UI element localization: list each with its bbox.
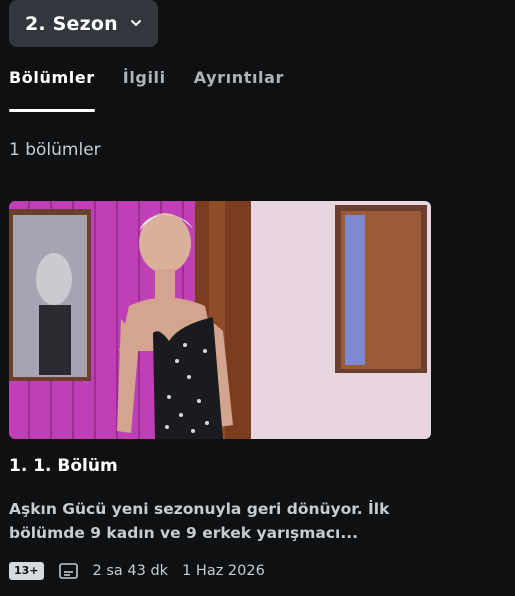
- episode-description: Aşkın Gücü yeni sezonuyla geri dönüyor. …: [9, 500, 390, 542]
- episode-count: 1 bölümler: [9, 140, 101, 160]
- episodes-page: 2. Sezon Bölümler İlgili Ayrıntılar 1 bö…: [0, 0, 515, 596]
- episode-thumbnail[interactable]: [9, 201, 431, 439]
- subtitles-icon: [58, 563, 78, 579]
- tab-related[interactable]: İlgili: [123, 68, 166, 112]
- maturity-rating-badge: 13+: [9, 562, 44, 580]
- episode-title[interactable]: 1. 1. Bölüm: [9, 456, 118, 476]
- episode-card[interactable]: 1. 1. Bölüm Aşkın Gücü yeni sezonuyla ge…: [9, 201, 431, 580]
- tab-details[interactable]: Ayrıntılar: [194, 68, 284, 112]
- episode-duration: 2 sa 43 dk: [92, 563, 169, 579]
- episode-air-date: 1 Haz 2026: [182, 563, 265, 579]
- tab-bar: Bölümler İlgili Ayrıntılar: [9, 68, 312, 114]
- episode-meta: 13+ 2 sa 43 dk 1 Haz 2026: [9, 562, 265, 580]
- chevron-down-icon: [131, 20, 141, 26]
- tab-episodes[interactable]: Bölümler: [9, 68, 95, 112]
- season-dropdown[interactable]: 2. Sezon: [9, 0, 158, 47]
- season-label: 2. Sezon: [25, 12, 118, 35]
